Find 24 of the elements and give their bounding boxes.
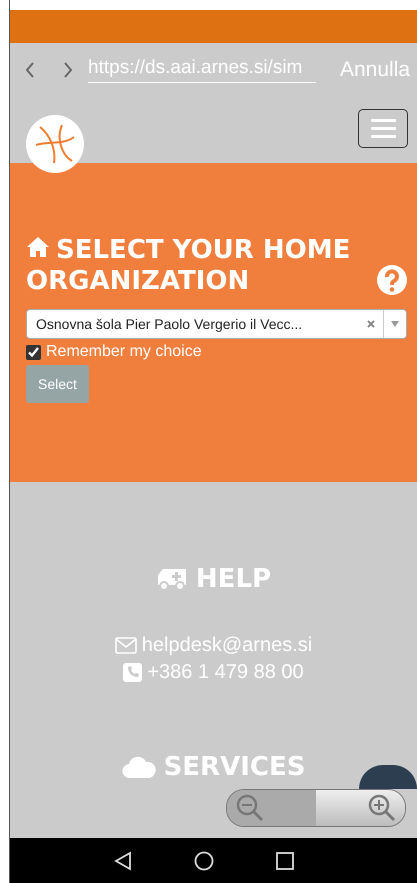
- forward-icon[interactable]: [62, 61, 74, 79]
- cloud-icon: [122, 756, 156, 778]
- ambulance-icon: [156, 567, 188, 591]
- zoom-out-icon: [235, 793, 265, 823]
- home-icon: [26, 236, 50, 258]
- clear-icon[interactable]: [367, 320, 375, 328]
- mail-icon: [114, 637, 137, 654]
- menu-button[interactable]: [358, 109, 408, 148]
- select-button[interactable]: Select: [26, 365, 89, 403]
- zoom-in-button[interactable]: [316, 790, 405, 826]
- organization-select[interactable]: Osnovna šola Pier Paolo Vergerio il Vecc...: [26, 309, 407, 339]
- remember-label: Remember my choice: [46, 343, 202, 361]
- zoom-in-icon: [367, 793, 397, 823]
- caret-icon: [391, 321, 399, 327]
- back-icon[interactable]: [114, 850, 132, 870]
- zoom-control[interactable]: [226, 789, 406, 827]
- phone-icon: [123, 663, 142, 682]
- section-title: SELECT YOUR HOME ORGANIZATION: [26, 235, 352, 297]
- help-icon[interactable]: [377, 265, 407, 295]
- home-button-icon[interactable]: [194, 850, 214, 870]
- logo[interactable]: [26, 115, 84, 173]
- remember-checkbox[interactable]: [26, 344, 41, 360]
- zoom-out-button[interactable]: [227, 790, 316, 826]
- recents-icon[interactable]: [276, 852, 294, 870]
